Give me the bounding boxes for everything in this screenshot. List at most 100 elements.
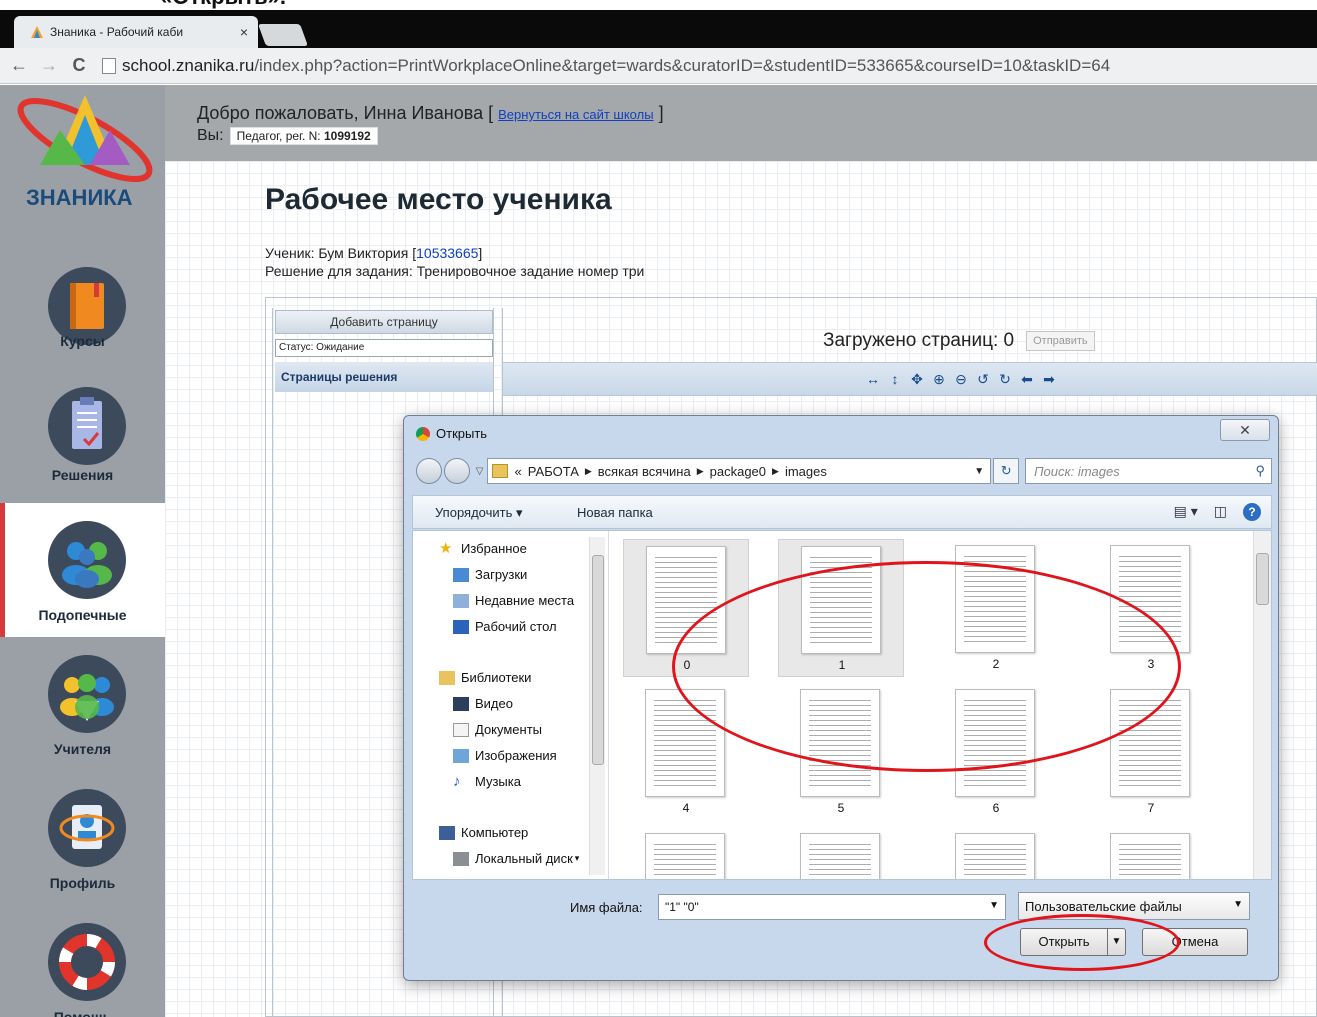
dialog-close-button[interactable]: ✕	[1220, 419, 1270, 441]
search-icon[interactable]: ⚲	[1255, 463, 1265, 479]
file-item[interactable]: 2	[933, 539, 1059, 677]
zoom-in-icon[interactable]: ⊕	[931, 371, 947, 387]
dialog-back-button[interactable]	[416, 458, 442, 484]
tree-item-video[interactable]: Видео	[453, 696, 513, 711]
help-icon[interactable]: ?	[1243, 503, 1261, 521]
file-name: 1	[838, 658, 846, 672]
file-item[interactable]: 6	[933, 683, 1059, 821]
sidebar-item-help[interactable]: Помощь	[0, 905, 165, 1017]
file-item[interactable]: 7	[1088, 683, 1214, 821]
tree-item-libraries[interactable]: Библиотеки	[439, 670, 531, 685]
file-item[interactable]: 0	[623, 539, 749, 677]
zoom-out-icon[interactable]: ⊖	[953, 371, 969, 387]
fit-width-icon[interactable]: ↔	[865, 371, 881, 387]
dialog-forward-button[interactable]	[443, 458, 470, 484]
path-overflow[interactable]: «	[514, 464, 521, 479]
path-segment[interactable]: package0	[710, 464, 766, 479]
page-title: Рабочее место ученика	[265, 183, 612, 216]
scrollbar-thumb[interactable]	[592, 555, 604, 765]
tree-item-favorites[interactable]: ★ Избранное	[439, 541, 527, 557]
tab-title: Знаника - Рабочий каби	[50, 25, 184, 39]
logo[interactable]: ЗНАНИКА	[0, 85, 165, 215]
fit-height-icon[interactable]: ↕	[887, 371, 903, 387]
reload-button[interactable]: C	[64, 55, 94, 76]
chevron-right-icon[interactable]: ▶	[697, 466, 704, 477]
file-item[interactable]: 1	[778, 539, 904, 677]
tree-item-music[interactable]: ♪ Музыка	[453, 774, 521, 790]
chevron-right-icon[interactable]: ▶	[772, 466, 779, 477]
reg-number: 1099192	[323, 129, 371, 143]
file-item[interactable]	[623, 827, 749, 879]
student-label: Ученик: Бум Виктория [	[265, 245, 417, 261]
caption-strip: «Открыть».	[0, 0, 1317, 10]
forward-button[interactable]: →	[34, 55, 64, 76]
file-type-select[interactable]: Пользовательские файлы ▼	[1018, 892, 1250, 920]
file-item[interactable]	[1088, 827, 1214, 879]
sidebar-item-courses[interactable]: Курсы	[0, 249, 165, 383]
tree-item-desktop[interactable]: Рабочий стол	[453, 619, 557, 634]
refresh-icon[interactable]: ↻	[993, 458, 1020, 484]
search-input[interactable]: Поиск: images ⚲	[1025, 458, 1272, 484]
video-icon	[453, 696, 469, 711]
filename-value: "1" "0"	[665, 900, 699, 914]
file-item[interactable]	[933, 827, 1059, 879]
role-text: Педагог, рег. N:	[236, 129, 321, 143]
view-options-icon[interactable]: ▤ ▾	[1174, 503, 1198, 521]
next-page-icon[interactable]: ➡	[1041, 371, 1057, 387]
file-item[interactable]: 3	[1088, 539, 1214, 677]
tree-item-local-disk[interactable]: Локальный диск ▾	[453, 851, 579, 866]
student-id-link[interactable]: 10533665	[416, 245, 478, 261]
open-file-dialog: Открыть ✕ ▽ « РАБОТА ▶ всякая всячина ▶ pa…	[403, 415, 1279, 981]
tree-item-recent[interactable]: Недавние места	[453, 593, 574, 608]
rotate-right-icon[interactable]: ↻	[997, 371, 1013, 387]
file-grid-scrollbar[interactable]	[1253, 531, 1271, 879]
clipboard-icon	[48, 387, 126, 465]
chevron-down-icon[interactable]: ▼	[989, 900, 999, 911]
path-breadcrumb[interactable]: « РАБОТА ▶ всякая всячина ▶ package0 ▶ imag…	[487, 458, 992, 484]
path-segment[interactable]: РАБОТА	[528, 464, 579, 479]
history-dropdown-icon[interactable]: ▽	[476, 466, 484, 477]
rotate-left-icon[interactable]: ↺	[975, 371, 991, 387]
file-item[interactable]	[778, 827, 904, 879]
tab-close-icon[interactable]: ×	[240, 24, 248, 40]
path-segment[interactable]: всякая всячина	[598, 464, 691, 479]
path-segment[interactable]: images	[785, 464, 827, 479]
tree-item-images[interactable]: Изображения	[453, 748, 557, 763]
tree-item-label: Недавние места	[475, 593, 575, 608]
task-line: Решение для задания: Тренировочное задан…	[265, 263, 645, 279]
preview-pane-icon[interactable]: ◫	[1214, 503, 1227, 521]
file-item[interactable]: 5	[778, 683, 904, 821]
fit-page-icon[interactable]: ✥	[909, 371, 925, 387]
open-button[interactable]: Открыть ▼	[1020, 928, 1126, 956]
open-options-dropdown-icon[interactable]: ▼	[1107, 929, 1125, 955]
tree-item-computer[interactable]: Компьютер	[439, 825, 528, 840]
chevron-down-icon[interactable]: ▼	[1233, 899, 1243, 910]
filename-label: Имя файла:	[570, 900, 643, 915]
tree-item-documents[interactable]: Документы	[453, 722, 542, 737]
tree-item-downloads[interactable]: Загрузки	[453, 567, 527, 582]
new-folder-button[interactable]: Новая папка	[577, 505, 653, 520]
filename-input[interactable]: "1" "0" ▼	[658, 894, 1006, 920]
back-to-school-link[interactable]: Вернуться на сайт школы	[498, 107, 653, 122]
scrollbar-thumb[interactable]	[1256, 553, 1269, 605]
sidebar-item-wards[interactable]: Подопечные	[0, 503, 165, 637]
sidebar-item-profile[interactable]: Профиль	[0, 771, 165, 905]
file-item[interactable]: 4	[623, 683, 749, 821]
add-page-button[interactable]: Добавить страницу	[275, 310, 493, 334]
sidebar-item-solutions[interactable]: Решения	[0, 369, 165, 503]
organize-button[interactable]: Упорядочить ▾	[435, 505, 523, 521]
new-tab-button[interactable]	[257, 24, 309, 46]
chevron-down-icon[interactable]: ▼	[974, 466, 984, 477]
sidebar-item-teachers[interactable]: Учителя	[0, 637, 165, 771]
prev-page-icon[interactable]: ⬅	[1019, 371, 1035, 387]
send-button[interactable]: Отправить	[1026, 331, 1095, 351]
chevron-right-icon[interactable]: ▶	[585, 466, 592, 477]
url-field[interactable]: school.znanika.ru/index.php?action=Print…	[102, 56, 1110, 76]
browser-tab[interactable]: Знаника - Рабочий каби ×	[14, 16, 258, 48]
student-bracket: ]	[478, 245, 483, 261]
back-button[interactable]: ←	[4, 55, 34, 76]
cancel-button[interactable]: Отмена	[1142, 928, 1248, 956]
file-type-value: Пользовательские файлы	[1025, 899, 1182, 914]
dialog-navigation: ▽ « РАБОТА ▶ всякая всячина ▶ package0 ▶ im…	[416, 456, 1272, 486]
tree-scrollbar[interactable]	[589, 537, 605, 875]
